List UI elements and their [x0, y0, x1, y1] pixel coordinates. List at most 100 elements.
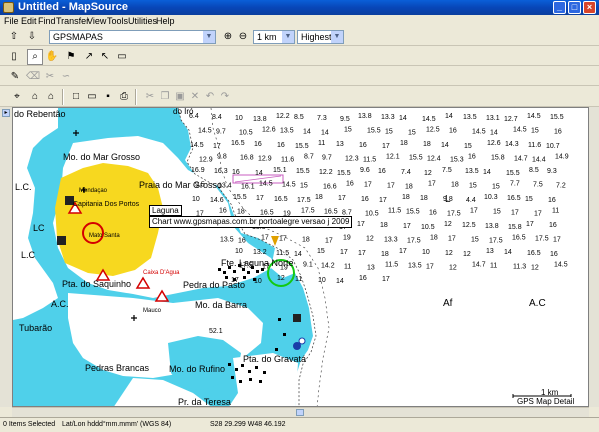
- left-panel-strip[interactable]: ▸: [0, 107, 12, 407]
- print-icon[interactable]: ⎙: [116, 89, 132, 105]
- maximize-button[interactable]: □: [568, 1, 581, 14]
- find-places-icon[interactable]: ⌖: [9, 89, 25, 105]
- product-select[interactable]: GPSMAPAS ▼: [49, 30, 216, 44]
- depth-sounding: 15: [469, 183, 477, 190]
- lighthouse-icon[interactable]: [293, 314, 301, 322]
- receive-from-device-icon[interactable]: ⇩: [24, 29, 40, 45]
- depth-sounding: 18: [420, 195, 428, 202]
- place-label: do Rebentão: [14, 109, 66, 119]
- depth-sounding: 17: [261, 235, 269, 242]
- send-to-device-icon[interactable]: ⇧: [6, 29, 22, 45]
- scroll-thumb[interactable]: [296, 409, 304, 416]
- new-file-icon[interactable]: □: [68, 89, 84, 105]
- depth-sounding: 12: [444, 221, 452, 228]
- depth-sounding: 13.8: [253, 116, 267, 123]
- route-tool-icon[interactable]: ↗: [81, 49, 97, 65]
- depth-sounding: 12.3: [345, 156, 359, 163]
- depth-sounding: 11: [344, 264, 351, 271]
- menu-utilities[interactable]: Utilities: [128, 15, 157, 28]
- map-view[interactable]: do Rebentão Mo. do Mar Grosso Praia do M…: [12, 107, 589, 407]
- redo-icon: ↷: [220, 91, 230, 102]
- menu-bar: File Edit Find Transfer View Tools Utili…: [0, 15, 599, 28]
- menu-transfer[interactable]: Transfer: [56, 15, 89, 28]
- place-label: Capitania Dos Portos: [73, 201, 140, 208]
- copy-icon: ❐: [160, 91, 170, 102]
- panel-toggle-icon[interactable]: ▸: [2, 109, 10, 117]
- title-bar: Untitled - MapSource _ □ ×: [0, 0, 599, 15]
- find-waypoint-icon[interactable]: ⌂: [27, 89, 43, 105]
- depth-sounding: 19: [280, 265, 288, 272]
- depth-sounding: 14.5: [554, 262, 568, 269]
- depth-sounding: 16: [254, 141, 262, 148]
- depth-sounding: 17: [379, 197, 387, 204]
- zoom-tool-icon[interactable]: ⌕: [27, 49, 43, 65]
- depth-sounding: 14.5: [198, 128, 212, 135]
- depth-sounding: 16: [554, 129, 562, 136]
- depth-sounding: 15.5: [233, 194, 247, 201]
- selection-tool-icon[interactable]: ↖: [97, 49, 113, 65]
- depth-sounding: 14.3: [505, 141, 519, 148]
- depth-sounding: 8.7: [304, 154, 314, 161]
- lighthouse-icon[interactable]: [57, 236, 66, 245]
- depth-sounding: 18: [380, 222, 388, 229]
- depth-sounding: 17.5: [301, 208, 315, 215]
- depth-sounding: 18: [402, 194, 410, 201]
- depth-sounding: 14.5: [422, 116, 436, 123]
- zoom-scale-select[interactable]: 1 km ▼: [253, 30, 295, 44]
- depth-sounding: 14.4: [532, 157, 546, 164]
- find-recent-icon[interactable]: ⌂: [43, 89, 59, 105]
- menu-help[interactable]: Help: [156, 15, 175, 28]
- depth-sounding: 15.5: [406, 209, 420, 216]
- anchorage-icon[interactable]: [298, 337, 306, 345]
- depth-sounding: 11.5: [276, 250, 289, 257]
- vertical-scrollbar[interactable]: [589, 107, 599, 407]
- depth-sounding: 14.5: [513, 127, 527, 134]
- depth-sounding: 16: [277, 142, 285, 149]
- depth-sounding: 9.6: [360, 167, 370, 174]
- depth-sounding: 7.2: [556, 183, 566, 190]
- depth-sounding: 17: [325, 238, 333, 245]
- undo-icon: ↶: [205, 91, 215, 102]
- depth-sounding: 13: [367, 265, 375, 272]
- zoom-in-icon[interactable]: ⊕: [220, 29, 236, 45]
- menu-view[interactable]: View: [87, 15, 106, 28]
- depth-sounding: 18: [430, 235, 438, 242]
- zoom-out-icon[interactable]: ⊖: [235, 29, 251, 45]
- menu-edit[interactable]: Edit: [21, 15, 37, 28]
- save-icon[interactable]: ▪: [100, 89, 116, 105]
- detail-level-select[interactable]: Highest ▼: [297, 30, 344, 44]
- status-bar: 0 Items Selected Lat/Lon hddd°mm.mmm' (W…: [0, 417, 599, 432]
- track-join-icon: ∽: [61, 71, 71, 82]
- menu-file[interactable]: File: [4, 15, 19, 28]
- menu-tools[interactable]: Tools: [107, 15, 128, 28]
- depth-sounding: 17: [403, 223, 411, 230]
- minimize-button[interactable]: _: [553, 1, 566, 14]
- depth-sounding: 13.5: [220, 237, 234, 244]
- waypoint-tool-icon[interactable]: ⚑: [63, 49, 79, 65]
- depth-sounding: 17: [279, 236, 287, 243]
- horizontal-scrollbar[interactable]: [12, 407, 589, 417]
- depth-sounding: 14: [441, 142, 449, 149]
- depth-sounding: 14: [445, 113, 453, 120]
- distance-tool-icon[interactable]: ▭: [114, 49, 130, 65]
- depth-sounding: 16: [359, 275, 367, 282]
- menu-find[interactable]: Find: [38, 15, 56, 28]
- track-toolbar: ✎ ⌫ ✂ ∽: [0, 67, 599, 86]
- product-tool-icon[interactable]: ▯: [6, 49, 22, 65]
- depth-sounding: 12.6: [487, 140, 501, 147]
- place-label: LC: [33, 223, 45, 233]
- depth-sounding: 13: [486, 248, 494, 255]
- hand-tool-icon[interactable]: ✋: [44, 49, 60, 65]
- depth-sounding: 10: [192, 196, 200, 203]
- depth-sounding: 12.6: [262, 127, 276, 134]
- depth-sounding: 8.5: [294, 114, 304, 121]
- depth-sounding: 11: [490, 263, 497, 270]
- open-folder-icon[interactable]: ▭: [84, 89, 100, 105]
- depth-sounding: 16: [548, 197, 556, 204]
- buoy-icon[interactable]: [271, 236, 279, 246]
- depth-sounding: 10.7: [546, 143, 560, 150]
- close-button[interactable]: ×: [583, 1, 596, 14]
- depth-sounding: 14.5: [472, 129, 486, 136]
- track-draw-icon[interactable]: ✎: [7, 69, 23, 85]
- depth-sounding: 17: [511, 210, 519, 217]
